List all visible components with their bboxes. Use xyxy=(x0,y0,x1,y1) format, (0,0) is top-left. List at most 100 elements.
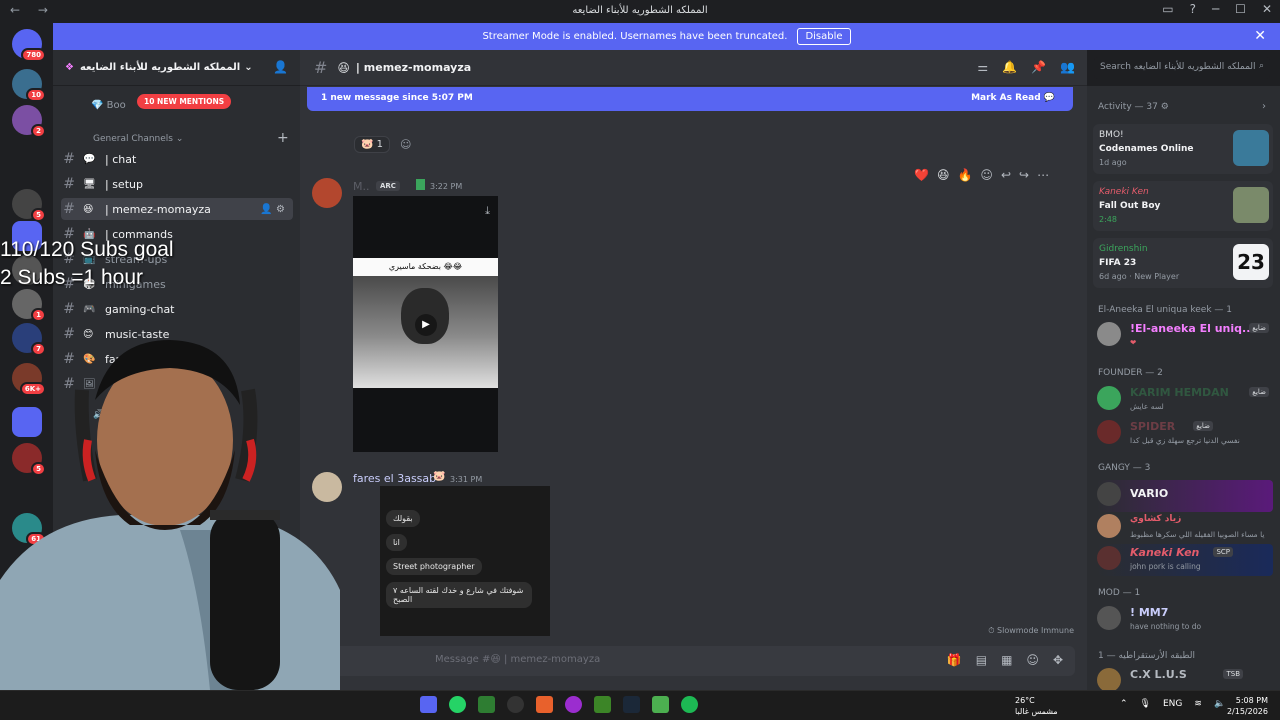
activity-card[interactable]: Kaneki Ken Fall Out Boy 2:48 xyxy=(1093,181,1273,231)
member-item[interactable]: C.X L.U.S TSB xyxy=(1097,666,1273,690)
username[interactable]: M.. xyxy=(353,180,369,193)
minimize-icon[interactable]: ─ xyxy=(1212,2,1219,16)
excel-icon[interactable] xyxy=(478,696,495,713)
apps-icon[interactable]: ✥ xyxy=(1053,653,1063,667)
discord-icon[interactable] xyxy=(420,696,437,713)
channel-setup[interactable]: # 🖥 | setup xyxy=(53,173,300,195)
weather-widget[interactable]: 26°C مشمس غالبا xyxy=(1015,695,1058,717)
header-toolbar: ⚌ 🔔 📌 👥 xyxy=(977,60,1075,74)
pin-icon[interactable]: 📌 xyxy=(1031,60,1046,74)
member-item[interactable]: SPIDER نفسي الدنيا ترجع سهلة زي قبل كدا … xyxy=(1097,418,1273,450)
banner-text: Streamer Mode is enabled. Usernames have… xyxy=(482,31,788,42)
activity-header[interactable]: Activity — 37 ⚙ › xyxy=(1098,101,1266,112)
obs-icon[interactable] xyxy=(507,696,524,713)
reaction-chip[interactable]: 🐷 1 xyxy=(354,136,391,153)
avatar[interactable] xyxy=(312,178,342,208)
slowmode-text: Slowmode Immune xyxy=(997,626,1074,635)
help-icon[interactable]: ? xyxy=(1190,2,1196,16)
member-item[interactable]: VARIO xyxy=(1097,480,1273,512)
activity-card[interactable]: Gidrenshin FIFA 23 6d ago · New Player 2… xyxy=(1093,238,1273,288)
minecraft-icon[interactable] xyxy=(594,696,611,713)
channel-settings-icon[interactable]: 👤 ⚙ xyxy=(260,204,285,215)
search-input[interactable]: Search المملكه الشطوريه للأبناء الضايعه … xyxy=(1094,57,1270,79)
volume-icon[interactable]: 🔈 xyxy=(1214,699,1225,709)
member-group-title: FOUNDER — 2 xyxy=(1098,368,1163,378)
app-icon[interactable] xyxy=(536,696,553,713)
close-window-icon[interactable]: ✕ xyxy=(1262,2,1272,16)
member-status: ❤ xyxy=(1130,338,1137,347)
invite-icon[interactable]: 👤 xyxy=(273,60,288,74)
disable-button[interactable]: Disable xyxy=(797,28,851,45)
subs-goal-overlay: 110/120 Subs goal xyxy=(0,238,174,261)
member-item[interactable]: زياد كشاوي يا مساء الصوبيا الفقيله اللي … xyxy=(1097,512,1273,544)
activity-card[interactable]: BMO! Codenames Online 1d ago xyxy=(1093,124,1273,174)
heart-reaction-icon[interactable]: ❤️ xyxy=(914,168,929,182)
steam-icon[interactable] xyxy=(623,696,640,713)
server-icon[interactable]: 1 xyxy=(12,289,46,322)
username[interactable]: fares el 3assab xyxy=(353,472,436,485)
more-icon[interactable]: ⋯ xyxy=(1037,168,1049,182)
guild-header[interactable]: ❖ المملكه الشطوريه للأبناء الضايعه ⌄ 👤 xyxy=(53,50,300,86)
image-attachment[interactable]: بقولك انا Street photographer شوفتك في ش… xyxy=(380,486,550,636)
maximize-icon[interactable]: ☐ xyxy=(1235,2,1246,16)
laugh-reaction-icon[interactable]: 😆 xyxy=(937,168,950,182)
mark-as-read-button[interactable]: Mark As Read 💬 xyxy=(971,93,1055,103)
threads-icon[interactable]: ⚌ xyxy=(977,60,988,74)
new-messages-text: 1 new message since 5:07 PM xyxy=(321,93,473,103)
video-attachment[interactable]: ⤓ بضحكة ماسيري 😂😂 ▶ xyxy=(353,196,498,452)
channel-chat[interactable]: # 💬 | chat xyxy=(53,148,300,170)
member-list-icon[interactable]: 👥 xyxy=(1060,60,1075,74)
search-placeholder: Search المملكه الشطوريه للأبناء الضايعه xyxy=(1100,62,1256,72)
bell-icon[interactable]: 🔔 xyxy=(1002,60,1017,74)
member-item[interactable]: !El-aneeka El uniq... ❤ ضايع xyxy=(1097,320,1273,352)
avatar xyxy=(1097,420,1121,444)
gift-icon[interactable]: 🎁 xyxy=(947,653,962,667)
channel-emoji: 😆 xyxy=(83,203,94,215)
server-icon[interactable]: 2 xyxy=(12,105,46,138)
reply-icon[interactable]: ↩ xyxy=(1001,168,1011,182)
inbox-icon[interactable]: ▭ xyxy=(1162,2,1173,16)
unread-badge: 10 xyxy=(26,88,46,102)
channel-emoji: 😆 xyxy=(337,60,350,75)
member-item[interactable]: KARIM HEMDAN لسه عايش ضايع xyxy=(1097,384,1273,416)
avatar xyxy=(1097,514,1121,538)
boost-goal[interactable]: 💎 Boo xyxy=(91,100,126,111)
fire-reaction-icon[interactable]: 🔥 xyxy=(957,168,972,182)
spotify-icon[interactable] xyxy=(681,696,698,713)
channel-gaming-chat[interactable]: # 🎮 gaming-chat xyxy=(53,298,300,320)
play-icon[interactable]: ▶ xyxy=(415,314,437,336)
category-general[interactable]: General Channels ⌄ xyxy=(93,134,183,144)
whatsapp-icon[interactable] xyxy=(449,696,466,713)
message-input[interactable]: Message #😆 | memez-momayza 🎁 ▤ ▦ ☺ ✥ xyxy=(315,646,1075,676)
add-channel-icon[interactable]: + xyxy=(277,130,289,146)
sticker-icon[interactable]: ▦ xyxy=(1001,653,1012,667)
mic-icon[interactable]: 🎙 xyxy=(1140,699,1151,709)
member-item[interactable]: Kaneki Ken john pork is calling SCP xyxy=(1097,544,1273,576)
server-icon[interactable]: 10 xyxy=(12,69,46,102)
new-mentions-pill[interactable]: 10 NEW MENTIONS xyxy=(137,94,232,109)
close-banner-icon[interactable]: ✕ xyxy=(1254,28,1266,44)
avatar xyxy=(1097,482,1121,506)
notepad-icon[interactable] xyxy=(652,696,669,713)
server-icon[interactable]: 5 xyxy=(12,189,46,222)
language-indicator[interactable]: ENG xyxy=(1163,699,1182,709)
member-name: ! MM7 xyxy=(1130,606,1169,619)
wifi-icon[interactable]: ≋ xyxy=(1194,699,1202,709)
app-icon[interactable] xyxy=(565,696,582,713)
forward-icon[interactable]: ↪ xyxy=(1019,168,1029,182)
gif-icon[interactable]: ▤ xyxy=(976,653,987,667)
member-item[interactable]: ! MM7 have nothing to do xyxy=(1097,604,1273,636)
member-name: VARIO xyxy=(1130,487,1169,500)
chevron-up-icon[interactable]: ⌃ xyxy=(1120,699,1128,709)
activity-game: Codenames Online xyxy=(1099,144,1194,154)
download-icon[interactable]: ⤓ xyxy=(485,204,490,218)
chevron-right-icon[interactable]: › xyxy=(1262,101,1266,112)
channel-memez-momayza[interactable]: # 😆 | memez-momayza 👤 ⚙ xyxy=(61,198,293,220)
channel-emoji: 🖥 xyxy=(83,178,96,190)
home-icon[interactable]: 780 xyxy=(12,29,46,62)
emoji-icon[interactable]: ☺ xyxy=(1026,653,1039,667)
clock[interactable]: 5:08 PM 2/15/2026 xyxy=(1227,695,1268,717)
add-reaction-icon[interactable]: ☺ xyxy=(980,168,993,182)
new-messages-bar[interactable]: 1 new message since 5:07 PM Mark As Read… xyxy=(307,87,1073,111)
add-reaction-icon[interactable]: ☺ xyxy=(400,138,411,151)
